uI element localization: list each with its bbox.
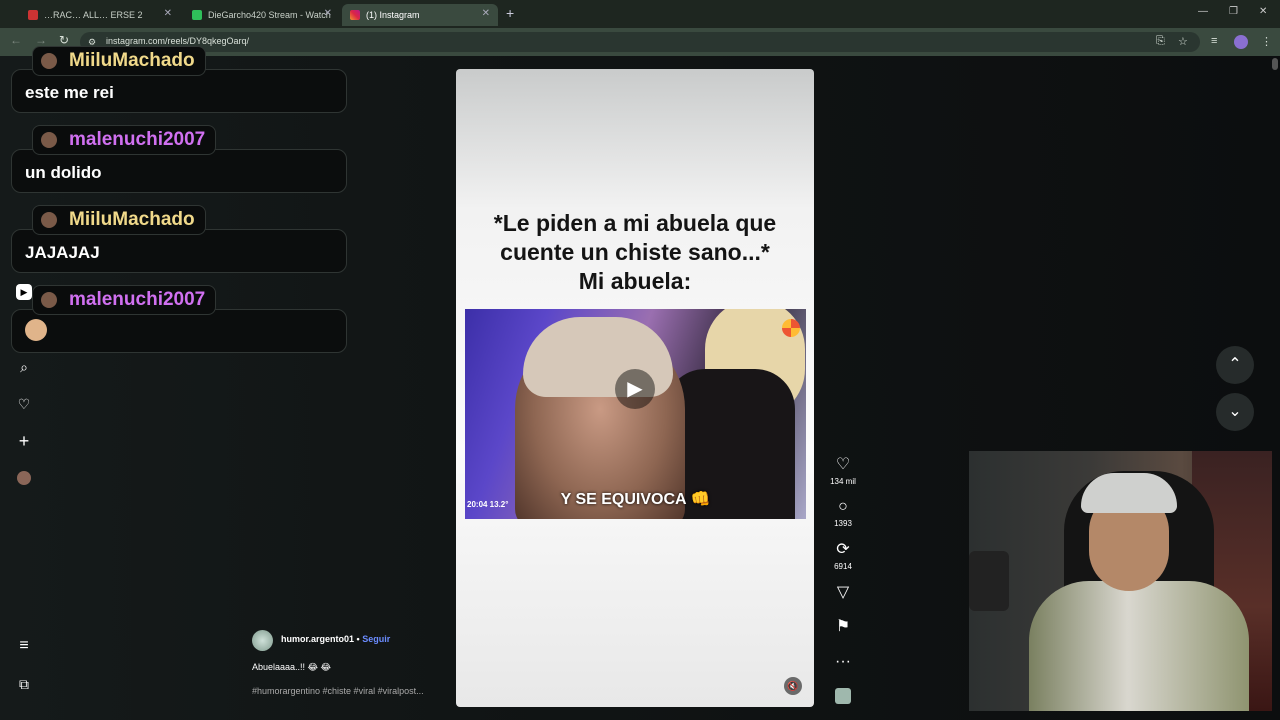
minimize-button[interactable]: — — [1198, 6, 1208, 17]
reel-caption-line: Mi abuela: — [578, 268, 692, 294]
close-icon[interactable]: ✕ — [324, 8, 332, 19]
hashtags[interactable]: #humorargentino #chiste #viral #viralpos… — [252, 686, 424, 696]
menu-icon[interactable]: ≡ — [16, 638, 32, 654]
comment-icon: ○ — [838, 498, 848, 515]
chat-username-text: malenuchi2007 — [69, 129, 206, 150]
reel-overlay-text: *Le piden a mi abuela que cuente un chis… — [456, 209, 814, 296]
profile-avatar[interactable] — [1234, 35, 1248, 49]
play-icon[interactable]: ▶ — [615, 369, 655, 409]
chat-message: un dolido — [11, 149, 347, 193]
avatar — [41, 292, 57, 308]
chat-message-text: este me rei — [25, 83, 114, 102]
search-icon[interactable]: ⌕ — [16, 359, 32, 375]
repost-button[interactable]: ⟳ 6914 — [828, 541, 858, 571]
avatar — [41, 132, 57, 148]
chat-message: JAJAJAJ — [11, 229, 347, 273]
webcam-person — [1029, 581, 1249, 711]
author-avatar[interactable] — [252, 630, 273, 651]
like-button[interactable]: ♡ 134 mil — [828, 456, 858, 486]
repost-count: 6914 — [834, 562, 852, 571]
avatar — [41, 53, 57, 69]
comment-button[interactable]: ○ 1393 — [828, 498, 858, 528]
new-tab-button[interactable]: + — [506, 5, 514, 21]
webcam-object — [969, 551, 1009, 611]
send-icon: ▽ — [836, 584, 850, 601]
tab-favicon — [192, 10, 202, 20]
author-line: humor.argento01 • Seguir — [281, 634, 390, 644]
chat-username-text: malenuchi2007 — [69, 289, 206, 310]
reel-video[interactable]: *Le piden a mi abuela que cuente un chis… — [456, 69, 814, 707]
apps-icon[interactable]: ⧉ — [16, 676, 32, 692]
heart-icon: ♡ — [835, 456, 851, 473]
next-reel-button[interactable]: ⌄ — [1216, 393, 1254, 431]
chat-username: malenuchi2007 — [32, 125, 217, 155]
reel-caption-line: *Le piden a mi abuela que — [493, 210, 777, 236]
chat-username: MiiluMachado — [32, 46, 206, 76]
screen: …RAC… ALL… ERSE 2 ✕ DieGarcho420 Stream … — [0, 0, 1280, 720]
audio-button[interactable] — [828, 688, 858, 704]
reload-icon[interactable]: ↻ — [59, 33, 69, 47]
media-control-icon[interactable]: ≡ — [1211, 35, 1217, 47]
chat-username: malenuchi2007 — [32, 285, 217, 315]
audio-thumbnail — [835, 688, 851, 704]
browser-menu-icon[interactable]: ⋮ — [1261, 35, 1272, 48]
webcam-person — [1081, 473, 1177, 513]
author-name[interactable]: humor.argento01 — [281, 634, 354, 644]
chat-username-text: MiiluMachado — [69, 209, 195, 230]
mute-icon[interactable]: 🔇 — [784, 677, 802, 695]
previous-reel-button[interactable]: ⌃ — [1216, 346, 1254, 384]
forward-icon[interactable]: → — [35, 33, 47, 47]
bookmark-star-icon[interactable]: ☆ — [1178, 35, 1188, 48]
repost-icon: ⟳ — [836, 541, 850, 558]
tab-favicon — [28, 10, 38, 20]
close-window-button[interactable]: ✕ — [1259, 6, 1267, 17]
close-icon[interactable]: ✕ — [164, 8, 172, 19]
chat-message-text: JAJAJAJ — [25, 243, 100, 262]
chat-username: MiiluMachado — [32, 205, 206, 235]
tab-stream-1[interactable]: …RAC… ALL… ERSE 2 ✕ — [20, 4, 180, 26]
back-icon[interactable]: ← — [10, 33, 22, 47]
tab-label: (1) Instagram — [366, 10, 420, 20]
chat-message-text: un dolido — [25, 163, 102, 182]
post-caption: Abuelaaaa..!! 😂 😂 — [252, 662, 332, 672]
reels-icon[interactable]: ▶ — [16, 284, 32, 300]
avatar — [41, 212, 57, 228]
page-scrollbar[interactable] — [1272, 58, 1278, 70]
url-text: instagram.com/reels/DY8qkegOarq/ — [106, 36, 250, 46]
chat-message — [11, 309, 347, 353]
share-button[interactable]: ▽ — [828, 584, 858, 602]
save-button[interactable]: ⚑ — [828, 618, 858, 636]
heart-icon[interactable]: ♡ — [16, 396, 32, 412]
tab-instagram[interactable]: (1) Instagram ✕ — [342, 4, 498, 26]
comment-count: 1393 — [834, 519, 852, 528]
profile-avatar[interactable] — [17, 471, 31, 485]
more-icon: ··· — [835, 653, 851, 670]
webcam-overlay — [969, 451, 1272, 711]
follow-button[interactable]: Seguir — [362, 634, 390, 644]
emote-icon — [25, 319, 47, 341]
plus-icon[interactable]: + — [16, 432, 32, 450]
reel-caption-line: cuente un chiste sano...* — [500, 239, 770, 265]
install-app-icon[interactable]: ⎘ — [1156, 35, 1165, 48]
tab-label: …RAC… ALL… ERSE 2 — [44, 10, 143, 20]
browser-tabbar: …RAC… ALL… ERSE 2 ✕ DieGarcho420 Stream … — [0, 0, 1280, 28]
like-count: 134 mil — [830, 477, 856, 486]
chat-username-text: MiiluMachado — [69, 50, 195, 71]
restore-button[interactable]: ❐ — [1229, 6, 1238, 17]
bookmark-icon: ⚑ — [835, 618, 851, 635]
close-icon[interactable]: ✕ — [482, 8, 490, 19]
channel-logo-icon — [782, 319, 800, 337]
more-options-button[interactable]: ··· — [828, 653, 858, 671]
embedded-clip[interactable]: ▶ 20:04 13.2° Y SE EQUIVOCA 👊 — [465, 309, 806, 519]
tab-label: DieGarcho420 Stream - Watch — [208, 10, 331, 20]
clip-subtitle: Y SE EQUIVOCA 👊 — [560, 491, 711, 508]
tab-stream-2[interactable]: DieGarcho420 Stream - Watch ✕ — [184, 4, 340, 26]
instagram-icon — [350, 10, 360, 20]
